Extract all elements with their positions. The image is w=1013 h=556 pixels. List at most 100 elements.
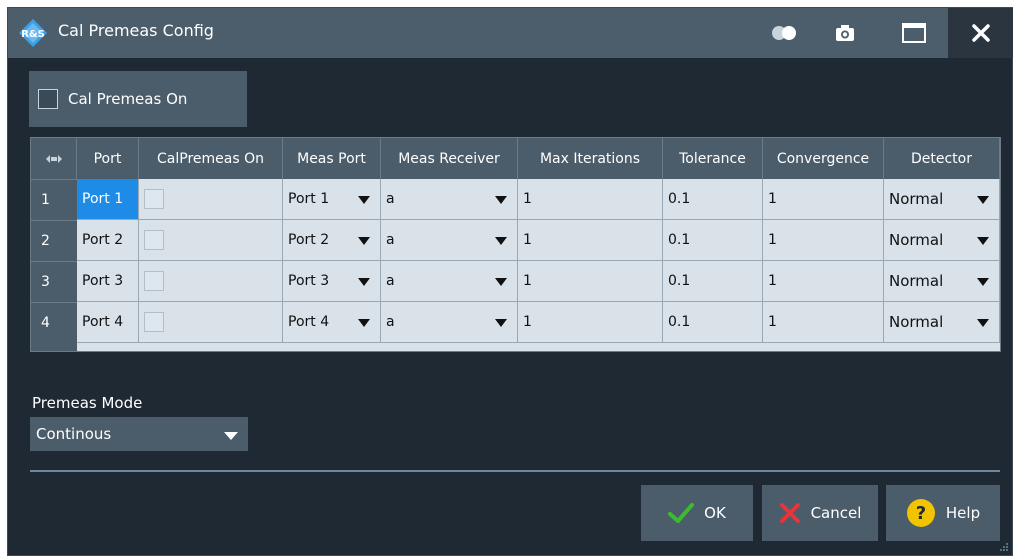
dropdown-arrow-icon	[495, 196, 507, 204]
dropdown-arrow-icon	[495, 278, 507, 286]
row-header[interactable]: 2	[31, 220, 77, 261]
close-button[interactable]	[948, 8, 1013, 58]
calpremeas-on-cell[interactable]	[139, 179, 283, 220]
column-header-port[interactable]: Port	[77, 138, 139, 179]
convergence-cell[interactable]: 1	[763, 220, 884, 261]
row-checkbox[interactable]	[144, 189, 164, 209]
ok-button[interactable]: OK	[641, 485, 753, 541]
title-bar: R&S Cal Premeas Config	[8, 8, 1013, 58]
meas-receiver-dropdown[interactable]: a	[381, 302, 518, 343]
dropdown-arrow-icon	[358, 196, 370, 204]
meas-receiver-dropdown[interactable]: a	[381, 179, 518, 220]
premeas-mode-value: Continous	[36, 425, 112, 443]
column-resize-icon	[45, 154, 62, 163]
meas-receiver-value: a	[386, 314, 395, 330]
column-header-calpremeas-on[interactable]: CalPremeas On	[139, 138, 283, 179]
max-iterations-cell[interactable]: 1	[518, 220, 663, 261]
resize-grip-icon[interactable]	[999, 542, 1009, 552]
calpremeas-on-cell[interactable]	[139, 261, 283, 302]
detector-dropdown[interactable]: Normal	[884, 261, 1000, 302]
meas-port-dropdown[interactable]: Port 4	[283, 302, 381, 343]
row-header[interactable]: 1	[31, 179, 77, 220]
column-header-tolerance[interactable]: Tolerance	[663, 138, 763, 179]
port-cell[interactable]: Port 1	[77, 179, 139, 220]
svg-text:R&S: R&S	[21, 29, 45, 40]
cancel-label: Cancel	[810, 504, 862, 522]
meas-port-dropdown[interactable]: Port 2	[283, 220, 381, 261]
max-iterations-cell[interactable]: 1	[518, 179, 663, 220]
calpremeas-on-cell[interactable]	[139, 302, 283, 343]
port-config-table: Port CalPremeas On Meas Port Meas Receiv…	[30, 137, 1001, 352]
meas-port-dropdown[interactable]: Port 3	[283, 261, 381, 302]
dialog-title: Cal Premeas Config	[58, 21, 214, 40]
row-header[interactable]: 4	[31, 302, 77, 343]
row-header-footer	[31, 343, 77, 351]
column-header-convergence[interactable]: Convergence	[763, 138, 884, 179]
cancel-button[interactable]: Cancel	[762, 485, 878, 541]
column-header-meas-receiver[interactable]: Meas Receiver	[381, 138, 518, 179]
tolerance-cell[interactable]: 0.1	[663, 261, 763, 302]
detector-value: Normal	[889, 231, 944, 249]
tolerance-cell[interactable]: 0.1	[663, 179, 763, 220]
meas-receiver-dropdown[interactable]: a	[381, 220, 518, 261]
dropdown-arrow-icon	[977, 237, 989, 245]
camera-icon[interactable]	[834, 22, 856, 44]
convergence-cell[interactable]: 1	[763, 302, 884, 343]
help-label: Help	[945, 504, 981, 522]
dropdown-arrow-icon	[358, 319, 370, 327]
row-checkbox[interactable]	[144, 271, 164, 291]
row-header[interactable]: 3	[31, 261, 77, 302]
dropdown-arrow-icon	[977, 196, 989, 204]
dropdown-arrow-icon	[358, 278, 370, 286]
detector-value: Normal	[889, 272, 944, 290]
checkbox-box[interactable]	[38, 89, 58, 109]
help-button[interactable]: ? Help	[886, 485, 1000, 541]
detector-value: Normal	[889, 190, 944, 208]
meas-receiver-dropdown[interactable]: a	[381, 261, 518, 302]
separator	[30, 470, 1000, 472]
column-header-meas-port[interactable]: Meas Port	[283, 138, 381, 179]
max-iterations-cell[interactable]: 1	[518, 261, 663, 302]
tolerance-cell[interactable]: 0.1	[663, 220, 763, 261]
dropdown-arrow-icon	[358, 237, 370, 245]
port-cell[interactable]: Port 3	[77, 261, 139, 302]
help-icon: ?	[906, 499, 935, 527]
toggle-icon[interactable]	[770, 25, 798, 41]
row-checkbox[interactable]	[144, 312, 164, 332]
detector-dropdown[interactable]: Normal	[884, 302, 1000, 343]
detector-dropdown[interactable]: Normal	[884, 220, 1000, 261]
cal-premeas-on-checkbox[interactable]: Cal Premeas On	[29, 71, 247, 127]
meas-port-value: Port 2	[288, 232, 330, 248]
max-iterations-cell[interactable]: 1	[518, 302, 663, 343]
premeas-mode-dropdown[interactable]: Continous	[30, 417, 248, 451]
dropdown-arrow-icon	[977, 319, 989, 327]
cancel-x-icon	[779, 503, 800, 523]
detector-value: Normal	[889, 313, 944, 331]
port-cell[interactable]: Port 2	[77, 220, 139, 261]
dropdown-arrow-icon	[495, 319, 507, 327]
svg-text:?: ?	[916, 503, 926, 524]
cal-premeas-config-dialog: R&S Cal Premeas Config Cal Premeas On Po…	[7, 7, 1013, 556]
meas-receiver-value: a	[386, 232, 395, 248]
ok-label: OK	[704, 504, 726, 522]
column-header-max-iterations[interactable]: Max Iterations	[518, 138, 663, 179]
meas-port-value: Port 1	[288, 191, 330, 207]
meas-port-value: Port 3	[288, 273, 330, 289]
maximize-icon[interactable]	[901, 21, 927, 45]
detector-dropdown[interactable]: Normal	[884, 179, 1000, 220]
meas-port-dropdown[interactable]: Port 1	[283, 179, 381, 220]
calpremeas-on-cell[interactable]	[139, 220, 283, 261]
dropdown-arrow-icon	[224, 432, 238, 440]
port-cell[interactable]: Port 4	[77, 302, 139, 343]
convergence-cell[interactable]: 1	[763, 261, 884, 302]
table-corner[interactable]	[31, 138, 77, 179]
convergence-cell[interactable]: 1	[763, 179, 884, 220]
row-checkbox[interactable]	[144, 230, 164, 250]
rs-logo-icon: R&S	[19, 19, 47, 47]
checkmark-icon	[668, 503, 695, 523]
column-header-detector[interactable]: Detector	[884, 138, 1000, 179]
tolerance-cell[interactable]: 0.1	[663, 302, 763, 343]
dropdown-arrow-icon	[977, 278, 989, 286]
meas-receiver-value: a	[386, 273, 395, 289]
meas-receiver-value: a	[386, 191, 395, 207]
